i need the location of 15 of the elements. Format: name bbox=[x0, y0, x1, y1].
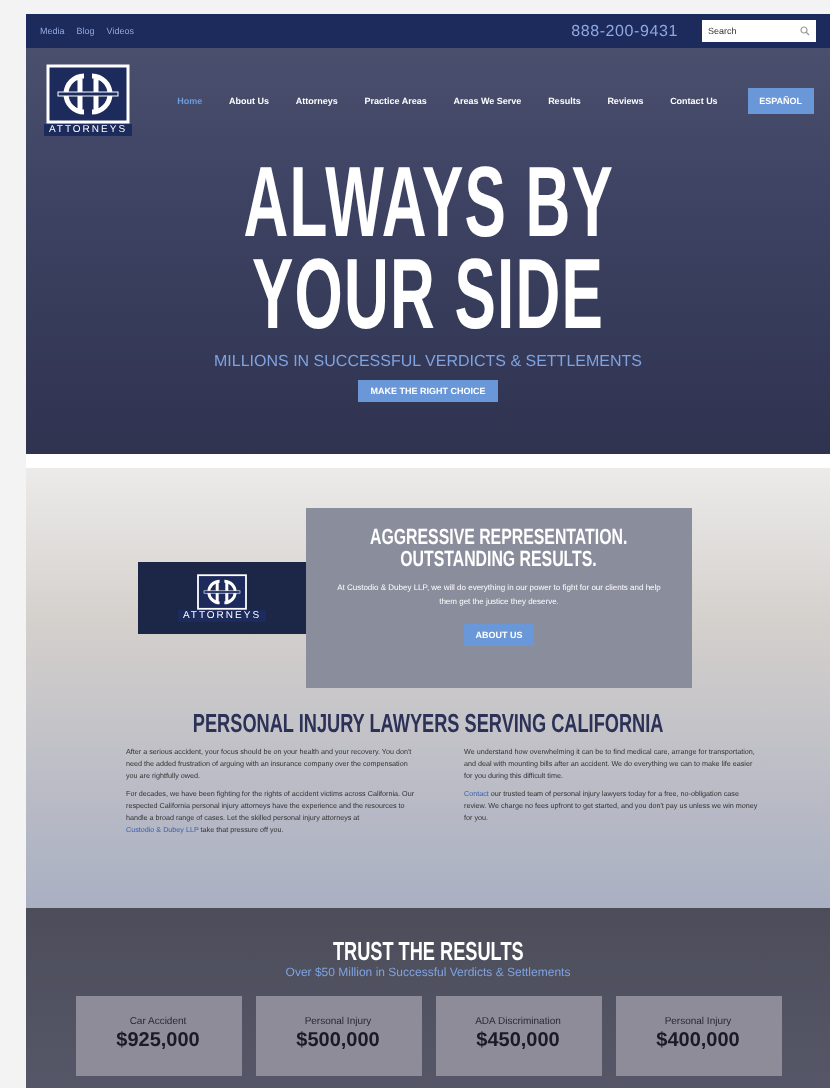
logo-icon bbox=[46, 64, 130, 124]
card-heading: OUTSTANDING RESULTS. bbox=[400, 550, 598, 572]
hero-heading: ALWAYS BY bbox=[242, 156, 614, 248]
search-icon bbox=[800, 26, 810, 36]
card-heading: AGGRESSIVE REPRESENTATION. bbox=[370, 528, 628, 550]
logo-icon bbox=[196, 574, 248, 610]
result-amount: $500,000 bbox=[296, 1030, 380, 1052]
section-heading: PERSONAL INJURY LAWYERS SERVING CALIFORNIA bbox=[192, 708, 664, 738]
section-heading: TRUST THE RESULTS bbox=[332, 936, 524, 966]
result-amount: $450,000 bbox=[476, 1030, 560, 1052]
result-amount: $400,000 bbox=[656, 1030, 740, 1052]
hero-subtitle: MILLIONS IN SUCCESSFUL VERDICTS & SETTLEMENTS bbox=[214, 352, 642, 370]
hero-heading: YOUR SIDE bbox=[251, 248, 605, 340]
result-amount: $925,000 bbox=[116, 1030, 200, 1052]
phone-number: 888-200-9431 bbox=[571, 22, 678, 40]
